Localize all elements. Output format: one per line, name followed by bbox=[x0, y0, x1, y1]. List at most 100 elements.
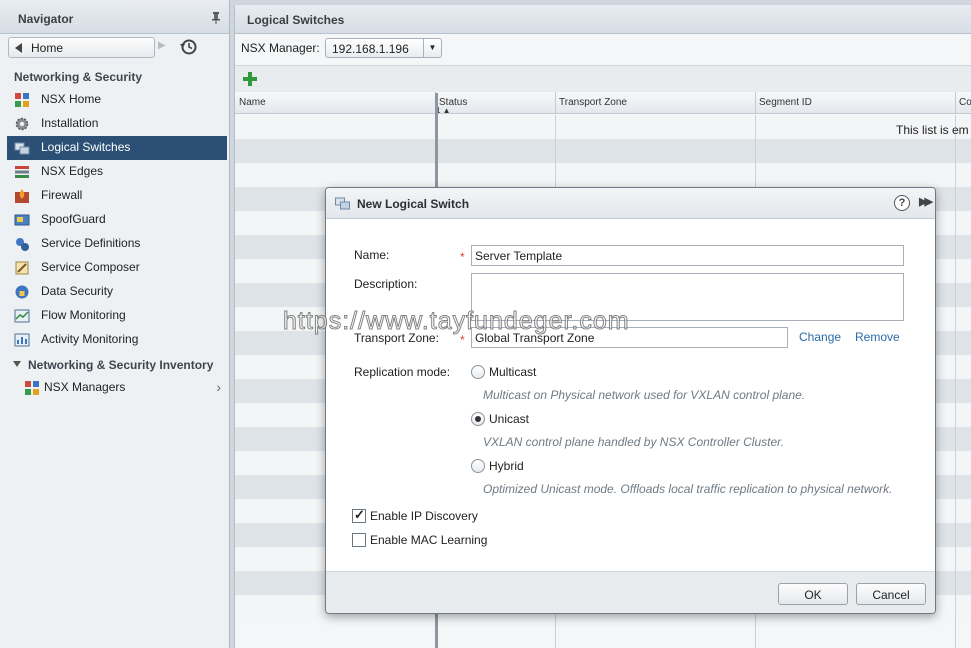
enable-ip-discovery-label[interactable]: Enable IP Discovery bbox=[370, 509, 478, 523]
nav-item-flow-monitoring[interactable]: Flow Monitoring bbox=[7, 304, 227, 328]
nav-label: Flow Monitoring bbox=[41, 308, 126, 322]
nav-label: NSX Home bbox=[41, 92, 102, 106]
nav-item-logical-switches[interactable]: Logical Switches bbox=[7, 136, 227, 160]
nsx-home-icon bbox=[15, 93, 29, 107]
description-label: Description: bbox=[354, 277, 418, 291]
nav-item-service-composer[interactable]: Service Composer bbox=[7, 256, 227, 280]
logical-switch-icon bbox=[14, 142, 30, 155]
transport-zone-label: Transport Zone: bbox=[354, 331, 439, 345]
nav-label: NSX Edges bbox=[41, 164, 104, 178]
chevron-right-icon[interactable]: › bbox=[216, 379, 221, 395]
required-marker: * bbox=[460, 250, 465, 264]
home-row: Home ▶ bbox=[0, 34, 229, 62]
caret-down-icon bbox=[13, 361, 21, 367]
column-header-segment-id[interactable]: Segment ID bbox=[759, 97, 812, 108]
installation-gear-icon bbox=[15, 117, 29, 131]
nav-item-activity-monitoring[interactable]: Activity Monitoring bbox=[7, 328, 227, 352]
nav-item-service-definitions[interactable]: Service Definitions bbox=[7, 232, 227, 256]
nav-label: NSX Managers bbox=[44, 380, 126, 394]
page-title: Logical Switches bbox=[247, 13, 345, 27]
forward-arrow-icon[interactable]: ▶ bbox=[158, 40, 166, 51]
grid-header: Name Status 1 ▲ Transport Zone Segment I… bbox=[235, 92, 971, 115]
help-icon[interactable]: ? bbox=[894, 195, 910, 211]
inventory-title: Networking & Security Inventory bbox=[28, 358, 214, 372]
nav-label: Logical Switches bbox=[41, 140, 131, 154]
cancel-button[interactable]: Cancel bbox=[856, 583, 926, 605]
nav-item-firewall[interactable]: Firewall bbox=[7, 184, 227, 208]
hybrid-hint: Optimized Unicast mode. Offloads local t… bbox=[483, 482, 893, 496]
spoofguard-icon bbox=[14, 214, 30, 226]
section-heading: Networking & Security bbox=[14, 70, 143, 84]
manager-value: 192.168.1.196 bbox=[332, 42, 409, 56]
nav-item-nsx-home[interactable]: NSX Home bbox=[7, 88, 227, 112]
hybrid-label[interactable]: Hybrid bbox=[489, 459, 524, 473]
dialog-footer: OK Cancel bbox=[326, 571, 935, 613]
description-input[interactable] bbox=[471, 273, 904, 321]
column-header-co[interactable]: Co bbox=[959, 97, 971, 108]
required-marker: * bbox=[460, 333, 465, 347]
expand-icon[interactable]: ▶▶ bbox=[919, 195, 933, 208]
column-header-transport-zone[interactable]: Transport Zone bbox=[559, 97, 627, 108]
multicast-label[interactable]: Multicast bbox=[489, 365, 536, 379]
nav-item-spoofguard[interactable]: SpoofGuard bbox=[7, 208, 227, 232]
nav-label: Data Security bbox=[41, 284, 114, 298]
enable-mac-learning-checkbox[interactable] bbox=[352, 533, 366, 547]
manager-row: NSX Manager: 192.168.1.196 ▼ bbox=[235, 34, 971, 65]
new-logical-switch-dialog: New Logical Switch ? ▶▶ Name: * Descript… bbox=[325, 187, 936, 614]
main-header: Logical Switches bbox=[235, 5, 971, 34]
history-icon[interactable] bbox=[180, 38, 198, 56]
nav-item-nsx-managers[interactable]: NSX Managers › bbox=[7, 376, 227, 400]
name-input[interactable] bbox=[471, 245, 904, 266]
enable-mac-learning-label[interactable]: Enable MAC Learning bbox=[370, 533, 487, 547]
nsx-edge-icon bbox=[15, 166, 29, 178]
add-icon[interactable] bbox=[243, 72, 257, 86]
navigator-panel: Navigator Home ▶ Networking & Security N… bbox=[0, 0, 230, 648]
table-row bbox=[235, 139, 971, 163]
navigator-title: Navigator bbox=[18, 12, 74, 26]
data-security-icon bbox=[15, 285, 29, 299]
dialog-title: New Logical Switch bbox=[357, 197, 470, 211]
unicast-label[interactable]: Unicast bbox=[489, 412, 529, 426]
empty-list-message: This list is em bbox=[896, 123, 969, 137]
logical-switch-icon bbox=[335, 197, 350, 210]
flow-monitoring-icon bbox=[14, 309, 30, 323]
hybrid-radio[interactable] bbox=[471, 459, 485, 473]
grid-line bbox=[955, 115, 956, 648]
multicast-radio[interactable] bbox=[471, 365, 485, 379]
navigator-header: Navigator bbox=[0, 0, 229, 34]
nsx-managers-icon bbox=[25, 381, 39, 395]
nav-label: SpoofGuard bbox=[41, 212, 106, 226]
ok-button[interactable]: OK bbox=[778, 583, 848, 605]
multicast-hint: Multicast on Physical network used for V… bbox=[483, 388, 806, 402]
replication-mode-label: Replication mode: bbox=[354, 365, 451, 379]
table-row bbox=[235, 115, 971, 139]
chevron-down-icon[interactable]: ▼ bbox=[423, 39, 441, 57]
service-composer-icon bbox=[15, 261, 29, 275]
column-divider[interactable] bbox=[755, 92, 756, 114]
nav-label: Service Composer bbox=[41, 260, 140, 274]
enable-ip-discovery-checkbox[interactable] bbox=[352, 507, 366, 523]
unicast-hint: VXLAN control plane handled by NSX Contr… bbox=[483, 435, 785, 449]
pin-icon[interactable] bbox=[211, 12, 221, 24]
column-divider[interactable] bbox=[955, 92, 956, 114]
remove-link[interactable]: Remove bbox=[855, 330, 900, 344]
change-link[interactable]: Change bbox=[799, 330, 841, 344]
nav-item-installation[interactable]: Installation bbox=[7, 112, 227, 136]
name-label: Name: bbox=[354, 248, 390, 262]
nav-label: Firewall bbox=[41, 188, 83, 202]
inventory-heading[interactable]: Networking & Security Inventory bbox=[0, 352, 229, 376]
home-button[interactable]: Home bbox=[8, 37, 155, 58]
unicast-radio[interactable] bbox=[471, 412, 485, 426]
nav-label: Service Definitions bbox=[41, 236, 141, 250]
nsx-manager-select[interactable]: 192.168.1.196 ▼ bbox=[325, 38, 442, 58]
back-arrow-icon bbox=[15, 43, 22, 53]
nav-item-nsx-edges[interactable]: NSX Edges bbox=[7, 160, 227, 184]
column-divider[interactable] bbox=[555, 92, 556, 114]
dialog-titlebar[interactable]: New Logical Switch ? ▶▶ bbox=[326, 188, 935, 219]
home-label: Home bbox=[31, 41, 64, 55]
nav-item-data-security[interactable]: Data Security bbox=[7, 280, 227, 304]
transport-zone-input[interactable] bbox=[471, 327, 788, 348]
nav-label: Activity Monitoring bbox=[41, 332, 139, 346]
toolbar bbox=[235, 65, 971, 92]
column-header-name[interactable]: Name bbox=[239, 97, 266, 108]
